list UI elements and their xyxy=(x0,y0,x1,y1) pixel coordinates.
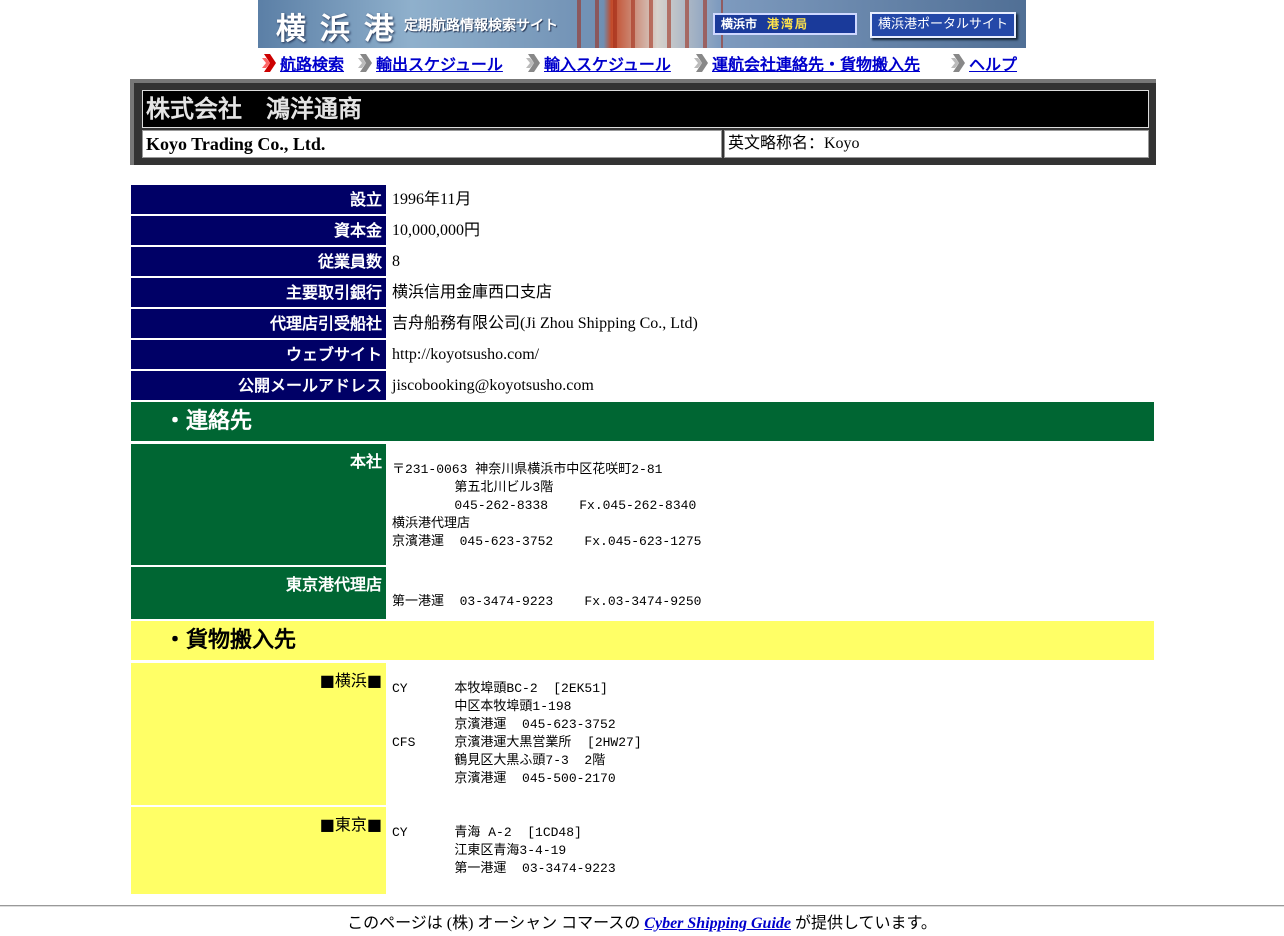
main-nav: 航路検索 輸出スケジュール 輸入スケジュール 運航会社連絡先・貨物搬入先 ヘルプ xyxy=(0,52,1284,74)
info-row-email: 公開メールアドレス jiscobooking@koyotsusho.com xyxy=(131,371,1154,400)
footer-suffix: が提供しています。 xyxy=(790,915,937,932)
info-row-website: ウェブサイト http://koyotsusho.com/ xyxy=(131,340,1154,369)
info-value: 1996年11月 xyxy=(392,191,472,208)
company-name-jp: 株式会社 鴻洋通商 xyxy=(142,90,1149,128)
nav-link-operators[interactable]: 運航会社連絡先・貨物搬入先 xyxy=(712,51,920,75)
info-label: 公開メールアドレス xyxy=(131,371,386,400)
info-label: 設立 xyxy=(131,185,386,214)
info-value: 8 xyxy=(392,253,400,270)
nav-link-export-schedule[interactable]: 輸出スケジュール xyxy=(376,51,503,75)
info-value: jiscobooking@koyotsusho.com xyxy=(392,377,594,394)
bureau-name: 港湾局 xyxy=(767,17,810,31)
nav-item-route-search[interactable]: 航路検索 xyxy=(262,52,344,74)
info-label: 主要取引銀行 xyxy=(131,278,386,307)
bureau-prefix: 横浜市 xyxy=(721,17,758,31)
cargo-block-yokohama: ■横浜■ CY 本牧埠頭BC-2 [2EK51] 中区本牧埠頭1-198 京濱港… xyxy=(131,663,1154,805)
info-row-bank: 主要取引銀行 横浜信用金庫西口支店 xyxy=(131,278,1154,307)
info-label: ウェブサイト xyxy=(131,340,386,369)
nav-link-help[interactable]: ヘルプ xyxy=(969,51,1017,75)
cargo-label: ■横浜■ xyxy=(131,663,386,805)
footer-divider xyxy=(0,905,1284,907)
info-label: 従業員数 xyxy=(131,247,386,276)
red-chevron-icon xyxy=(262,54,276,72)
banner-subtitle: 定期航路情報検索サイト xyxy=(404,18,558,34)
gray-chevron-icon xyxy=(358,54,372,72)
company-abbreviation: 英文略称名：Koyo xyxy=(724,130,1149,158)
nav-item-export-schedule[interactable]: 輸出スケジュール xyxy=(358,52,503,74)
gray-chevron-icon xyxy=(526,54,540,72)
info-value: 10,000,000円 xyxy=(392,222,481,239)
footer-prefix: このページは (株) オーシャン コマースの xyxy=(347,915,645,932)
gray-chevron-icon xyxy=(951,54,965,72)
footer: このページは (株) オーシャン コマースの Cyber Shipping Gu… xyxy=(0,913,1284,935)
info-row-agency-lines: 代理店引受船社 吉舟船務有限公司(Ji Zhou Shipping Co., L… xyxy=(131,309,1154,338)
contact-details: 第一港運 03-3474-9223 Fx.03-3474-9250 xyxy=(392,594,702,609)
port-bureau-logo[interactable]: 横浜市 港湾局 xyxy=(713,13,857,35)
contact-block-head-office: 本社 〒231-0063 神奈川県横浜市中区花咲町2-81 第五北川ビル3階 0… xyxy=(131,444,1154,565)
contact-details: 〒231-0063 神奈川県横浜市中区花咲町2-81 第五北川ビル3階 045-… xyxy=(392,462,702,549)
info-value: http://koyotsusho.com/ xyxy=(392,346,540,363)
nav-item-import-schedule[interactable]: 輸入スケジュール xyxy=(526,52,671,74)
banner-port-image xyxy=(563,0,723,48)
info-row-capital: 資本金 10,000,000円 xyxy=(131,216,1154,245)
info-value: 横浜信用金庫西口支店 xyxy=(392,284,553,301)
info-value: 吉舟船務有限公司(Ji Zhou Shipping Co., Ltd) xyxy=(392,315,698,332)
info-row-employees: 従業員数 8 xyxy=(131,247,1154,276)
info-label: 資本金 xyxy=(131,216,386,245)
contact-label: 本社 xyxy=(131,444,386,565)
portal-site-button[interactable]: 横浜港ポータルサイト xyxy=(870,12,1016,38)
cargo-details: CY 本牧埠頭BC-2 [2EK51] 中区本牧埠頭1-198 京濱港運 045… xyxy=(392,681,642,786)
company-name-en: Koyo Trading Co., Ltd. xyxy=(142,130,722,158)
info-row-established: 設立 1996年11月 xyxy=(131,185,1154,214)
nav-link-import-schedule[interactable]: 輸入スケジュール xyxy=(544,51,671,75)
info-label: 代理店引受船社 xyxy=(131,309,386,338)
cargo-heading: ・貨物搬入先 xyxy=(131,621,1154,660)
contact-label: 東京港代理店 xyxy=(131,567,386,619)
cargo-details: CY 青海 A-2 [1CD48] 江東区青海3-4-19 第一港運 03-34… xyxy=(392,825,616,876)
contacts-heading: ・連絡先 xyxy=(131,402,1154,441)
cargo-label: ■東京■ xyxy=(131,807,386,894)
banner-title: 横浜港 xyxy=(276,12,408,47)
contact-block-tokyo-agent: 東京港代理店 第一港運 03-3474-9223 Fx.03-3474-9250 xyxy=(131,567,1154,619)
site-banner: 横浜港 定期航路情報検索サイト 横浜市 港湾局 横浜港ポータルサイト xyxy=(258,0,1026,48)
nav-link-route-search[interactable]: 航路検索 xyxy=(280,51,344,75)
nav-item-operators[interactable]: 運航会社連絡先・貨物搬入先 xyxy=(694,52,920,74)
cargo-block-tokyo: ■東京■ CY 青海 A-2 [1CD48] 江東区青海3-4-19 第一港運 … xyxy=(131,807,1154,894)
company-header: 株式会社 鴻洋通商 Koyo Trading Co., Ltd. 英文略称名：K… xyxy=(130,79,1156,165)
cyber-shipping-guide-link[interactable]: Cyber Shipping Guide xyxy=(644,915,791,932)
nav-item-help[interactable]: ヘルプ xyxy=(951,52,1017,74)
gray-chevron-icon xyxy=(694,54,708,72)
